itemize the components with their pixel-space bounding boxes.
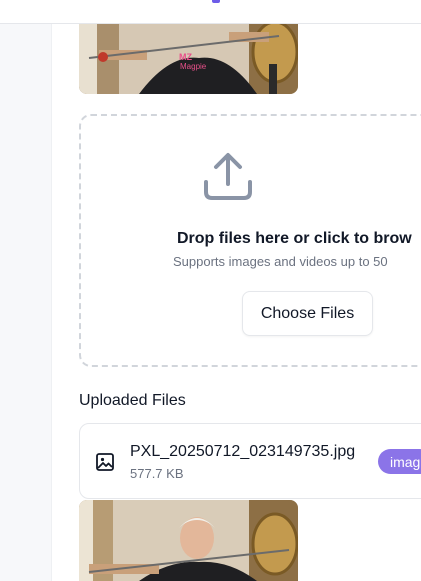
upload-icon: [204, 153, 252, 200]
file-name: PXL_20250712_023149735.jpg: [130, 443, 356, 460]
top-header: [0, 0, 421, 24]
file-list-item[interactable]: [79, 423, 421, 499]
uploaded-image-preview-bottom[interactable]: [79, 500, 298, 581]
dropzone-title: Drop files here or click to brow: [177, 230, 412, 247]
photo-content-bottom: [79, 500, 298, 581]
uploaded-image-preview[interactable]: MZ Magpie: [79, 24, 298, 94]
brand-mark-fragment: [212, 0, 220, 3]
photo-content: MZ Magpie: [79, 24, 298, 94]
image-file-icon: [96, 453, 114, 471]
sidebar: [0, 24, 52, 581]
uploaded-files-heading: Uploaded Files: [79, 392, 186, 409]
file-type-badge: imag: [378, 449, 421, 474]
dropzone-subtitle: Supports images and videos up to 50: [173, 254, 388, 269]
file-size: 577.7 KB: [130, 466, 184, 481]
choose-files-button[interactable]: Choose Files: [242, 291, 373, 336]
upload-page: MZ Magpie Drop files here or click to br…: [0, 0, 421, 581]
shirt-logo-line2: Magpie: [180, 62, 207, 71]
shirt-logo-line1: MZ: [179, 52, 192, 62]
